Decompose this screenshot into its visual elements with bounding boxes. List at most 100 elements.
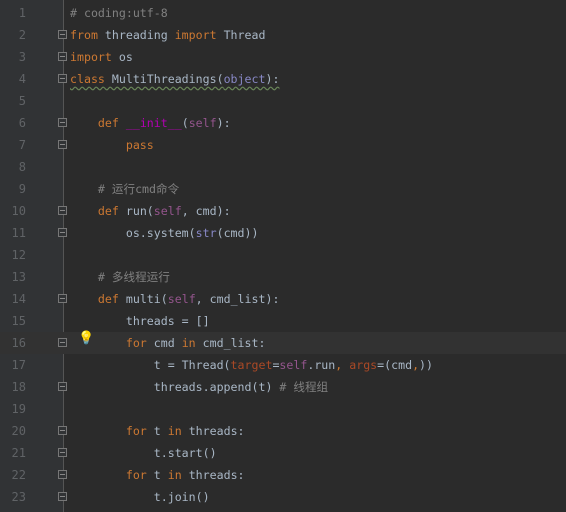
code-token: def [97, 116, 119, 130]
code-token: ): [265, 72, 280, 86]
line-number: 13 [11, 270, 26, 284]
line-number: 22 [11, 468, 26, 482]
code-text: t = Thread(target=self.run, args=(cmd,)) [70, 354, 433, 376]
code-token: threads: [181, 468, 245, 482]
fold-marker-icon[interactable] [58, 382, 67, 391]
code-text: for t in threads: [70, 464, 245, 486]
code-line[interactable]: 6 def __init__(self): [0, 112, 566, 134]
line-number: 6 [18, 116, 26, 130]
fold-marker-icon[interactable] [58, 448, 67, 457]
code-text: # 多线程运行 [70, 266, 170, 288]
code-token: in [181, 336, 196, 350]
code-line[interactable]: 11 os.system(str(cmd)) [0, 222, 566, 244]
code-token: t [146, 424, 168, 438]
line-number: 5 [18, 94, 26, 108]
code-token: threads = [] [70, 314, 210, 328]
code-token: (cmd)) [216, 226, 259, 240]
fold-marker-icon[interactable] [58, 492, 67, 501]
code-line[interactable]: 13 # 多线程运行 [0, 266, 566, 288]
code-token: threading [97, 28, 175, 42]
code-token: import [70, 50, 112, 64]
fold-marker-icon[interactable] [58, 140, 67, 149]
code-line[interactable]: 5 [0, 90, 566, 112]
code-token: .run [307, 358, 336, 372]
fold-marker-icon[interactable] [58, 470, 67, 479]
code-token: , cmd_list): [195, 292, 280, 306]
code-text: from threading import Thread [70, 24, 265, 46]
fold-marker-icon[interactable] [58, 228, 67, 237]
code-line[interactable]: 10 def run(self, cmd): [0, 200, 566, 222]
code-line[interactable]: 9 # 运行cmd命令 [0, 178, 566, 200]
code-line[interactable]: 4 class MultiThreadings(object): [0, 68, 566, 90]
code-line[interactable]: 8 [0, 156, 566, 178]
code-token: pass [125, 138, 154, 152]
fold-marker-icon[interactable] [58, 426, 67, 435]
code-token: for [125, 336, 147, 350]
code-text: # 运行cmd命令 [70, 178, 179, 200]
fold-marker-icon[interactable] [58, 30, 67, 39]
code-line[interactable]: 19 [0, 398, 566, 420]
code-line[interactable]: 14 def multi(self, cmd_list): [0, 288, 566, 310]
code-line[interactable]: 12 [0, 244, 566, 266]
fold-marker-icon[interactable] [58, 294, 67, 303]
line-number: 7 [18, 138, 26, 152]
code-line[interactable]: 20 for t in threads: [0, 420, 566, 442]
code-token: # 运行cmd命令 [97, 182, 180, 196]
code-line[interactable]: 2 from threading import Thread [0, 24, 566, 46]
code-token: cmd [146, 336, 182, 350]
code-text: def run(self, cmd): [70, 200, 231, 222]
line-number: 1 [18, 6, 26, 20]
code-line[interactable]: 18 threads.append(t) # 线程组 [0, 376, 566, 398]
line-number: 2 [18, 28, 26, 42]
lightbulb-icon[interactable]: 💡 [78, 331, 94, 346]
line-number: 4 [18, 72, 26, 86]
line-number: 15 [11, 314, 26, 328]
fold-marker-icon[interactable] [58, 52, 67, 61]
code-text: pass [70, 134, 154, 156]
code-token: MultiThreadings( [104, 72, 224, 86]
line-number: 20 [11, 424, 26, 438]
code-token: os.system( [70, 226, 196, 240]
code-token: str [195, 226, 217, 240]
line-number: 11 [11, 226, 26, 240]
fold-marker-icon[interactable] [58, 338, 67, 347]
code-token: ( [181, 116, 189, 130]
code-token: class [70, 72, 105, 86]
code-token: object [223, 72, 266, 86]
code-token: run( [118, 204, 154, 218]
code-token: self [188, 116, 217, 130]
code-line[interactable]: 7 pass [0, 134, 566, 156]
code-token: multi( [118, 292, 168, 306]
line-number: 10 [11, 204, 26, 218]
code-text: os.system(str(cmd)) [70, 222, 259, 244]
code-line[interactable]: 3 import os [0, 46, 566, 68]
line-number: 19 [11, 402, 26, 416]
code-line[interactable]: 22 for t in threads: [0, 464, 566, 486]
code-token: target [230, 358, 273, 372]
fold-marker-icon[interactable] [58, 74, 67, 83]
code-line[interactable]: 15 threads = [] [0, 310, 566, 332]
code-text: import os [70, 46, 133, 68]
code-line[interactable]: 17 t = Thread(target=self.run, args=(cmd… [0, 354, 566, 376]
code-token: def [97, 204, 119, 218]
code-text: t.join() [70, 486, 210, 508]
line-number: 3 [18, 50, 26, 64]
fold-marker-icon[interactable] [58, 118, 67, 127]
code-line[interactable]: 23 t.join() [0, 486, 566, 508]
code-text: def multi(self, cmd_list): [70, 288, 280, 310]
code-text: threads = [] [70, 310, 210, 332]
code-token: in [167, 424, 182, 438]
code-token: ): [216, 116, 231, 130]
code-token: # coding:utf-8 [70, 6, 168, 20]
code-line[interactable]: 1 # coding:utf-8 [0, 2, 566, 24]
code-text: # coding:utf-8 [70, 2, 168, 24]
code-line[interactable]: 21 t.start() [0, 442, 566, 464]
fold-marker-icon[interactable] [58, 206, 67, 215]
